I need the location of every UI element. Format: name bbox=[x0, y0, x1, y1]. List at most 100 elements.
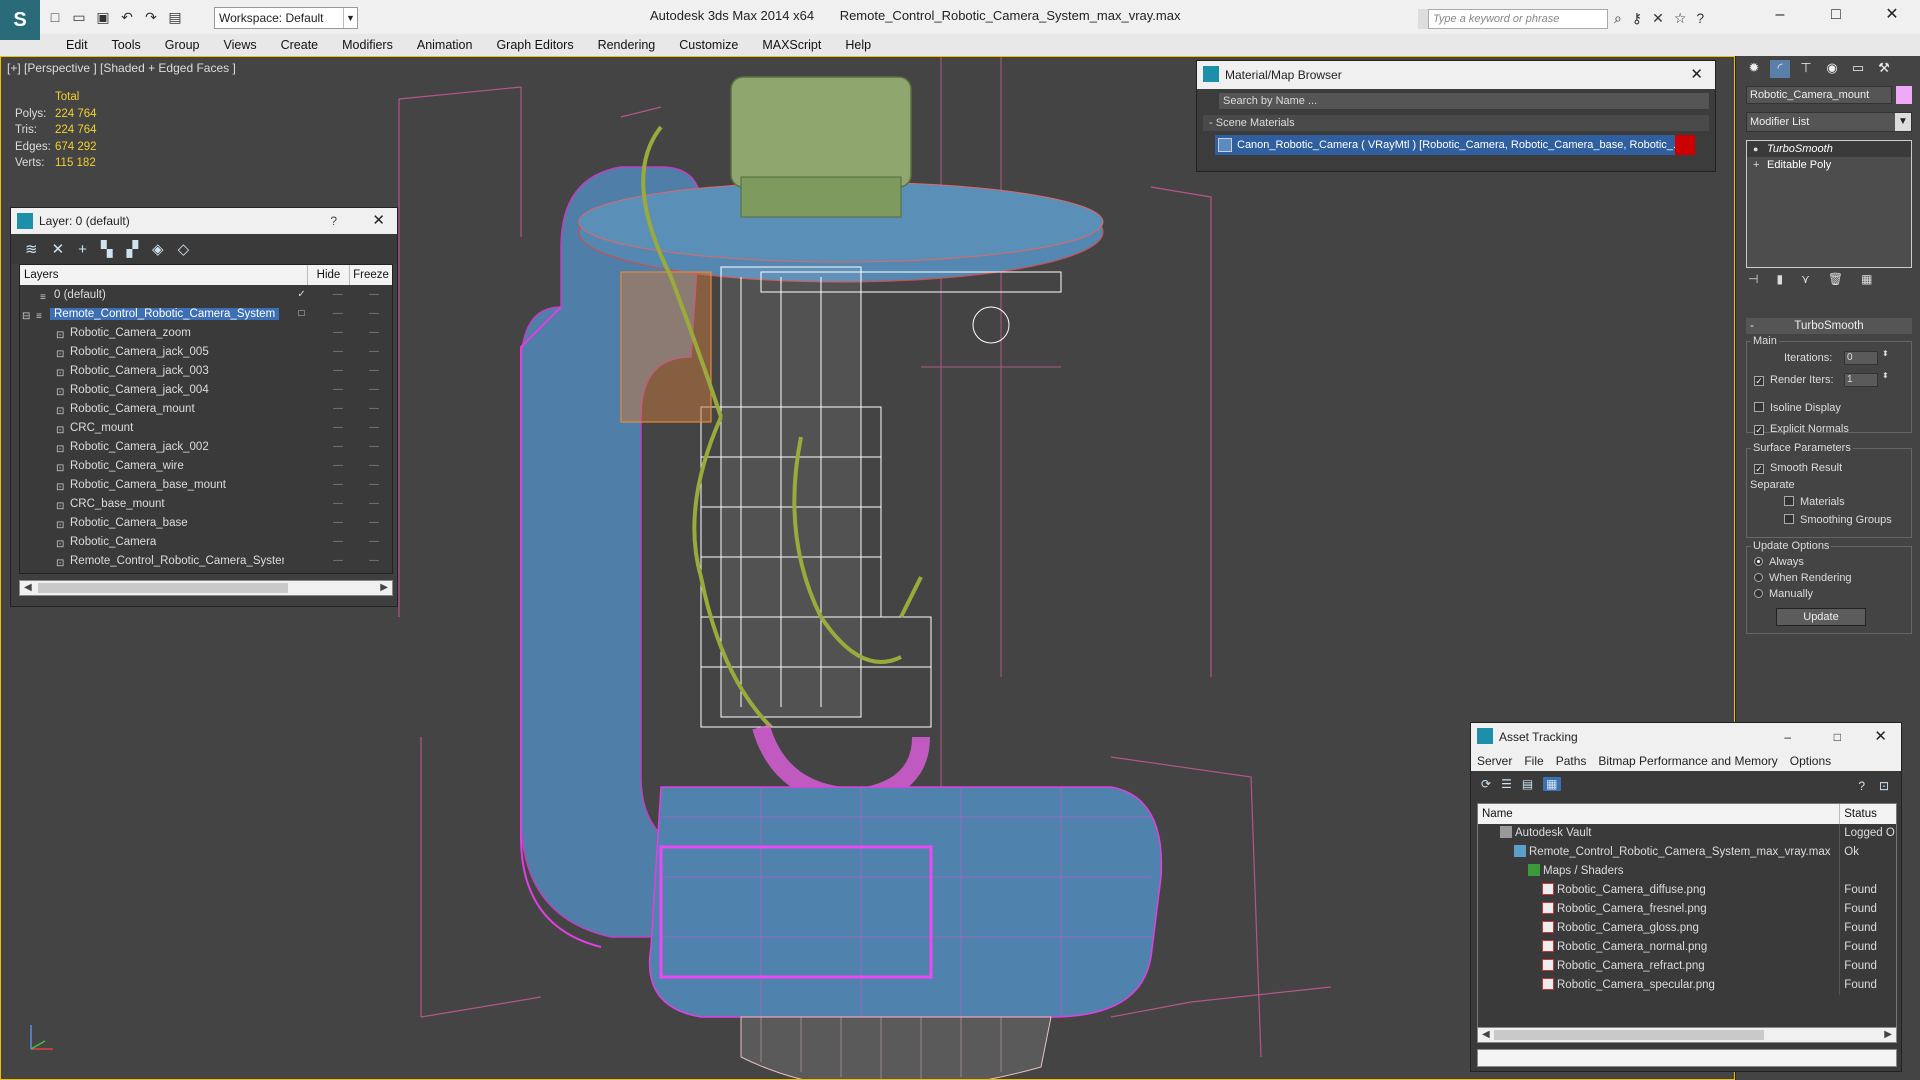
stack-item-editable-poly[interactable]: Editable Poly bbox=[1747, 157, 1911, 173]
scroll-thumb[interactable] bbox=[1494, 1030, 1764, 1040]
menu-rendering[interactable]: Rendering bbox=[586, 34, 668, 56]
layer-row[interactable]: ≡ 0 (default) ✓ — — bbox=[20, 285, 392, 304]
radio[interactable] bbox=[1754, 557, 1763, 566]
freeze-toggle[interactable]: — bbox=[356, 460, 392, 471]
menu-file[interactable]: File bbox=[1524, 751, 1543, 771]
new-file-icon[interactable]: □ bbox=[46, 8, 64, 26]
stack-item-turbosmooth[interactable]: TurboSmooth bbox=[1747, 141, 1911, 157]
material-search-input[interactable]: Search by Name ... bbox=[1219, 93, 1709, 109]
checkbox[interactable] bbox=[1784, 514, 1794, 524]
motion-tab-icon[interactable]: ◉ bbox=[1822, 60, 1842, 78]
layer-horizontal-scrollbar[interactable]: ◀ ▶ bbox=[19, 580, 393, 596]
keyword-search-input[interactable]: Type a keyword or phrase bbox=[1428, 9, 1608, 29]
manually-option[interactable]: Manually bbox=[1754, 588, 1813, 600]
freeze-toggle[interactable]: — bbox=[356, 441, 392, 452]
freeze-all-icon[interactable]: ◇ bbox=[178, 240, 190, 258]
object-row[interactable]: ⊡ Robotic_Camera_jack_004 — — bbox=[20, 380, 392, 399]
pin-icon[interactable]: ⊡ bbox=[1879, 779, 1889, 793]
refresh-icon[interactable]: ⟳ bbox=[1481, 777, 1491, 791]
menu-bitmap-performance[interactable]: Bitmap Performance and Memory bbox=[1598, 751, 1777, 771]
project-folder-icon[interactable]: ▤ bbox=[166, 8, 184, 26]
hide-toggle[interactable]: — bbox=[320, 498, 356, 509]
material-item[interactable]: Canon_Robotic_Camera ( VRayMtl ) [Roboti… bbox=[1215, 135, 1695, 155]
object-row[interactable]: ⊡ Robotic_Camera_zoom — — bbox=[20, 323, 392, 342]
app-logo-icon[interactable]: S bbox=[0, 0, 40, 40]
close-icon[interactable]: ✕ bbox=[1690, 61, 1703, 89]
always-option[interactable]: Always bbox=[1754, 556, 1804, 568]
checkbox[interactable] bbox=[1784, 496, 1794, 506]
freeze-toggle[interactable]: — bbox=[356, 498, 392, 509]
workspace-dropdown[interactable]: Workspace: Default ▼ bbox=[214, 7, 358, 29]
binoculars-icon[interactable]: ⌕ bbox=[1614, 10, 1622, 27]
menu-options[interactable]: Options bbox=[1790, 751, 1831, 771]
freeze-toggle[interactable]: — bbox=[356, 403, 392, 414]
undo-icon[interactable]: ↶ bbox=[118, 8, 136, 26]
object-row[interactable]: ⊡ Robotic_Camera_jack_003 — — bbox=[20, 361, 392, 380]
menu-create[interactable]: Create bbox=[269, 34, 331, 56]
show-end-result-icon[interactable]: ▮ bbox=[1776, 272, 1783, 286]
minimize-button[interactable]: – bbox=[1752, 0, 1808, 30]
key-icon[interactable]: ⚷ bbox=[1632, 10, 1642, 27]
maximize-button[interactable]: □ bbox=[1808, 0, 1864, 30]
object-name-field[interactable]: Robotic_Camera_mount bbox=[1746, 86, 1892, 104]
smooth-result-option[interactable]: ✓ Smooth Result bbox=[1754, 462, 1842, 474]
col-freeze[interactable]: Freeze bbox=[350, 265, 392, 285]
menu-customize[interactable]: Customize bbox=[667, 34, 750, 56]
hide-toggle[interactable]: — bbox=[320, 422, 356, 433]
asset-tracking-titlebar[interactable]: Asset Tracking – □ ✕ bbox=[1471, 723, 1901, 751]
object-row[interactable]: ⊡ Robotic_Camera — — bbox=[20, 532, 392, 551]
minimize-button[interactable]: – bbox=[1784, 723, 1791, 751]
object-row[interactable]: ⊡ Robotic_Camera_base — — bbox=[20, 513, 392, 532]
hide-toggle[interactable]: — bbox=[320, 517, 356, 528]
save-icon[interactable]: ▣ bbox=[94, 8, 112, 26]
menu-animation[interactable]: Animation bbox=[405, 34, 485, 56]
open-file-icon[interactable]: ▭ bbox=[70, 8, 88, 26]
list-view-icon[interactable]: ☰ bbox=[1501, 777, 1512, 791]
current-layer-check-icon[interactable]: ✓ bbox=[284, 289, 320, 300]
close-icon[interactable]: ✕ bbox=[1874, 723, 1887, 751]
close-icon[interactable]: ✕ bbox=[372, 208, 385, 234]
object-row[interactable]: ⊡ Robotic_Camera_wire — — bbox=[20, 456, 392, 475]
spinner-arrows-icon[interactable]: ⬍ bbox=[1882, 371, 1889, 380]
hide-toggle[interactable]: — bbox=[320, 460, 356, 471]
modify-tab-icon[interactable]: ◜ bbox=[1770, 60, 1790, 78]
object-row[interactable]: ⊡ Robotic_Camera_jack_002 — — bbox=[20, 437, 392, 456]
hide-toggle[interactable]: — bbox=[320, 536, 356, 547]
hide-toggle[interactable]: — bbox=[320, 555, 356, 566]
freeze-toggle[interactable]: — bbox=[356, 536, 392, 547]
object-row[interactable]: ⊡ Remote_Control_Robotic_Camera_System — … bbox=[20, 551, 392, 570]
freeze-toggle[interactable]: — bbox=[356, 422, 392, 433]
asset-row[interactable]: Maps / Shaders bbox=[1478, 862, 1896, 881]
help-button[interactable]: ? bbox=[330, 208, 337, 234]
col-layers[interactable]: Layers bbox=[20, 265, 308, 285]
object-row[interactable]: ⊡ Robotic_Camera_mount — — bbox=[20, 399, 392, 418]
make-unique-icon[interactable]: ⋎ bbox=[1801, 272, 1810, 286]
menu-help[interactable]: Help bbox=[833, 34, 883, 56]
hide-toggle[interactable]: — bbox=[320, 479, 356, 490]
menu-paths[interactable]: Paths bbox=[1556, 751, 1587, 771]
collapse-icon[interactable]: ⊟ bbox=[22, 311, 32, 320]
table-view-icon[interactable]: ▦ bbox=[1543, 777, 1561, 791]
isoline-option[interactable]: Isoline Display bbox=[1754, 402, 1841, 414]
radio[interactable] bbox=[1754, 589, 1763, 598]
menu-tools[interactable]: Tools bbox=[100, 34, 153, 56]
viewport-label[interactable]: [+] [Perspective ] [Shaded + Edged Faces… bbox=[7, 61, 236, 75]
object-row[interactable]: ⊡ CRC_mount — — bbox=[20, 418, 392, 437]
radio[interactable] bbox=[1754, 573, 1763, 582]
pin-stack-icon[interactable]: ⊣ bbox=[1748, 272, 1758, 286]
asset-row[interactable]: Autodesk Vault Logged O bbox=[1478, 824, 1896, 843]
material-browser-titlebar[interactable]: Material/Map Browser ✕ bbox=[1197, 61, 1715, 89]
turbosmooth-rollout[interactable]: TurboSmooth bbox=[1746, 318, 1912, 334]
menu-views[interactable]: Views bbox=[211, 34, 268, 56]
checkbox[interactable]: ✓ bbox=[1754, 425, 1764, 435]
asset-row[interactable]: Robotic_Camera_diffuse.png Found bbox=[1478, 881, 1896, 900]
render-iters-option[interactable]: ✓ Render Iters: bbox=[1754, 374, 1834, 386]
layer-panel-titlebar[interactable]: Layer: 0 (default) ? ✕ bbox=[11, 208, 397, 234]
freeze-toggle[interactable]: — bbox=[356, 327, 392, 338]
hide-toggle[interactable]: — bbox=[320, 365, 356, 376]
hierarchy-tab-icon[interactable]: ⊤ bbox=[1796, 60, 1816, 78]
search-toggle[interactable] bbox=[1418, 9, 1428, 29]
asset-row[interactable]: Robotic_Camera_specular.png Found bbox=[1478, 976, 1896, 995]
select-objects-icon[interactable]: ▚ bbox=[101, 240, 113, 258]
asset-row[interactable]: Remote_Control_Robotic_Camera_System_max… bbox=[1478, 843, 1896, 862]
